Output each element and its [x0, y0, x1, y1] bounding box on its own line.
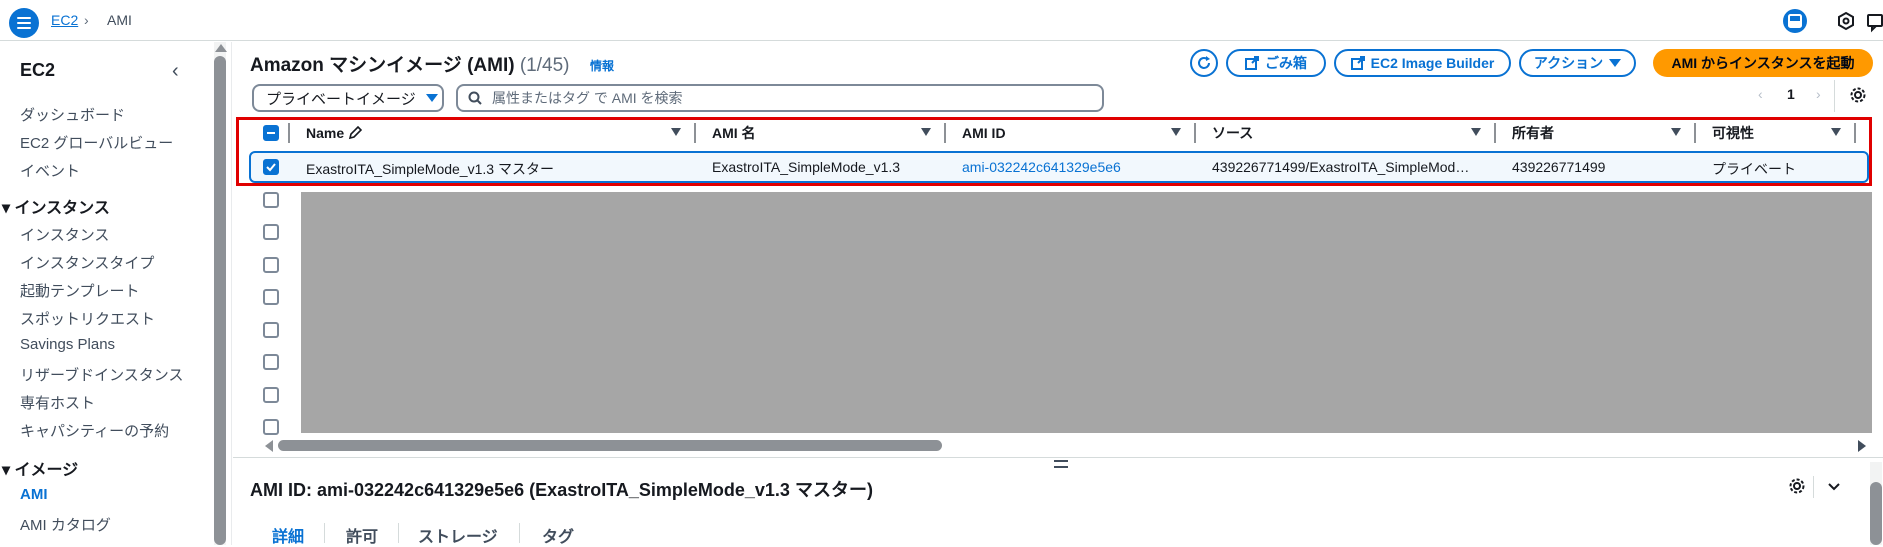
- recycle-bin-button[interactable]: ごみ箱: [1226, 49, 1326, 77]
- tab-divider: [398, 523, 399, 543]
- table-settings-icon[interactable]: [1849, 86, 1867, 107]
- image-builder-button[interactable]: EC2 Image Builder: [1334, 49, 1511, 77]
- external-link-icon: [1245, 56, 1259, 70]
- split-panel-divider: [233, 457, 1883, 458]
- sidebar-item-ami[interactable]: AMI: [20, 486, 48, 503]
- info-link[interactable]: 情報: [590, 57, 614, 74]
- detail-panel-title: AMI ID: ami-032242c641329e5e6 (ExastroIT…: [250, 480, 873, 500]
- row-checkbox[interactable]: [263, 419, 279, 435]
- page-title: Amazon マシンイメージ (AMI) (1/45): [250, 55, 570, 76]
- sidebar-item-dashboard[interactable]: ダッシュボード: [20, 104, 125, 125]
- tab-storage[interactable]: ストレージ: [418, 523, 498, 547]
- row-checkbox[interactable]: [263, 192, 279, 208]
- row-checkbox[interactable]: [263, 387, 279, 403]
- menu-icon[interactable]: [9, 8, 39, 38]
- breadcrumb-current: AMI: [107, 12, 132, 28]
- sidebar-section-images[interactable]: ▾ イメージ: [2, 456, 78, 480]
- chevron-left-icon[interactable]: ‹: [172, 60, 179, 83]
- redacted-rows: [301, 192, 1872, 433]
- panel-settings-icon[interactable]: [1788, 477, 1806, 498]
- tab-permissions[interactable]: 許可: [346, 523, 378, 547]
- row-checkbox[interactable]: [263, 289, 279, 305]
- sidebar-item-launch-templates[interactable]: 起動テンプレート: [20, 280, 140, 301]
- chevron-right-icon: ›: [84, 12, 89, 28]
- caret-down-icon: ▾: [2, 462, 15, 479]
- caret-down-icon: [1609, 59, 1622, 67]
- sidebar-item-instance-types[interactable]: インスタンスタイプ: [20, 252, 154, 273]
- row-checkbox[interactable]: [263, 354, 279, 370]
- sidebar-item-savings-plans[interactable]: Savings Plans: [20, 336, 115, 353]
- tab-tags[interactable]: タグ: [542, 523, 574, 547]
- top-navigation: EC2 › AMI: [0, 0, 1883, 41]
- caret-down-icon: [425, 94, 438, 102]
- scroll-up-icon[interactable]: [215, 44, 227, 52]
- search-field[interactable]: [456, 84, 1104, 112]
- highlight-annotation: [236, 117, 1872, 186]
- row-checkbox[interactable]: [263, 257, 279, 273]
- sidebar-title: EC2: [20, 60, 56, 80]
- scroll-right-icon[interactable]: [1858, 440, 1866, 452]
- page-number[interactable]: 1: [1787, 86, 1795, 102]
- sidebar-section-instances[interactable]: ▾ インスタンス: [2, 194, 110, 218]
- selection-count: (1/45): [519, 55, 570, 76]
- caret-down-icon: ▾: [2, 200, 15, 217]
- refresh-button[interactable]: [1190, 49, 1218, 77]
- row-checkbox[interactable]: [263, 224, 279, 240]
- next-page-icon[interactable]: ›: [1816, 86, 1821, 102]
- side-navigation: EC2 ‹ ダッシュボード EC2 グローバルビュー イベント ▾ インスタンス…: [0, 42, 232, 545]
- actions-dropdown-button[interactable]: アクション: [1519, 49, 1636, 77]
- divider: [1834, 80, 1835, 112]
- sidebar-item-reserved-instances[interactable]: リザーブドインスタンス: [20, 364, 184, 385]
- tab-divider: [519, 523, 520, 543]
- image-type-select[interactable]: プライベートイメージ: [252, 84, 444, 112]
- tab-details[interactable]: 詳細: [272, 523, 304, 547]
- sidebar-item-instances[interactable]: インスタンス: [20, 224, 109, 245]
- sidebar-item-capacity-reservations[interactable]: キャパシティーの予約: [20, 420, 169, 441]
- sidebar-item-global-view[interactable]: EC2 グローバルビュー: [20, 132, 173, 153]
- search-input[interactable]: [492, 90, 1052, 106]
- chevron-down-icon[interactable]: [1826, 478, 1842, 497]
- scroll-left-icon[interactable]: [265, 440, 273, 452]
- sidebar-item-events[interactable]: イベント: [20, 160, 80, 181]
- previous-page-icon[interactable]: ‹: [1758, 86, 1763, 102]
- horizontal-scrollbar-thumb[interactable]: [278, 440, 942, 451]
- split-panel-icon[interactable]: [1783, 9, 1807, 33]
- divider: [1813, 476, 1814, 498]
- detail-scrollbar-thumb[interactable]: [1870, 482, 1882, 545]
- breadcrumb-ec2-link[interactable]: EC2: [51, 12, 78, 28]
- sidebar-item-dedicated-hosts[interactable]: 専有ホスト: [20, 392, 95, 413]
- resize-handle-icon[interactable]: [1054, 460, 1068, 468]
- notifications-icon[interactable]: [1866, 9, 1883, 33]
- sidebar-item-spot-requests[interactable]: スポットリクエスト: [20, 308, 155, 329]
- sidebar-item-ami-catalog[interactable]: AMI カタログ: [20, 514, 111, 535]
- refresh-icon: [1198, 56, 1210, 69]
- row-checkbox[interactable]: [263, 322, 279, 338]
- hexagon-settings-icon[interactable]: [1834, 9, 1858, 33]
- tab-divider: [324, 523, 325, 543]
- launch-instance-from-ami-button[interactable]: AMI からインスタンスを起動: [1653, 49, 1873, 77]
- search-icon: [468, 91, 482, 105]
- external-link-icon: [1350, 56, 1365, 70]
- sidebar-scrollbar-thumb[interactable]: [214, 56, 226, 545]
